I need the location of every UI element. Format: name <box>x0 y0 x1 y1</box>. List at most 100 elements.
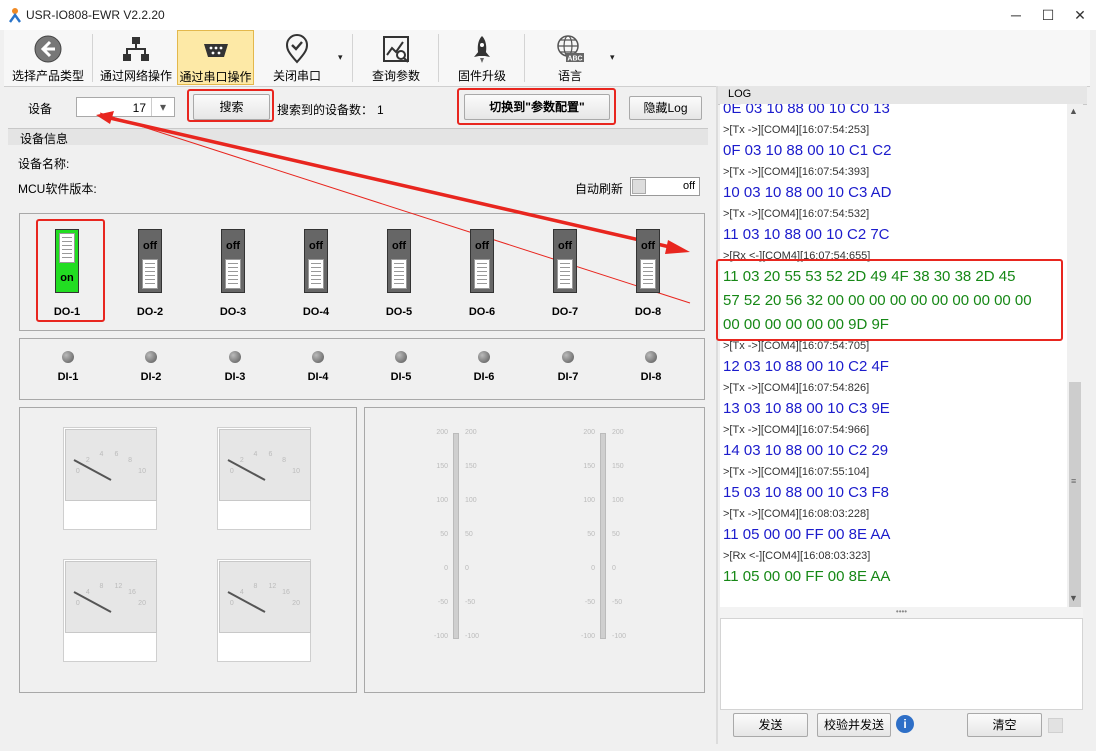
di-led-icon <box>312 351 324 363</box>
do-switch-5[interactable]: off <box>387 229 411 293</box>
do-switch-1[interactable]: on <box>55 229 79 293</box>
switch-slider <box>640 259 656 289</box>
do-panel <box>19 213 705 331</box>
hide-log-button[interactable]: 隐藏Log <box>629 96 702 120</box>
close-serial-dropdown[interactable]: ▾ <box>338 52 343 63</box>
log-data-line: 10 03 10 88 00 10 C3 AD <box>723 184 892 201</box>
close-serial-button[interactable]: 关闭串口 <box>256 30 338 85</box>
gauge-face: 0 4 8 12 16 20 <box>219 561 311 633</box>
slider-tick-label: -100 <box>465 633 480 640</box>
slider-tick-label: 100 <box>465 497 477 504</box>
log-data-line: 15 03 10 88 00 10 C3 F8 <box>723 484 889 501</box>
di-led-icon <box>562 351 574 363</box>
di-label: DI-1 <box>57 371 79 383</box>
annotation-box <box>457 88 616 125</box>
maximize-button[interactable]: ☐ <box>1032 0 1064 30</box>
switch-slider <box>59 233 75 263</box>
info-icon[interactable]: i <box>896 715 914 733</box>
switch-state: off <box>391 240 407 252</box>
vertical-slider[interactable] <box>600 433 606 639</box>
slider-tick-label: 50 <box>465 531 473 538</box>
send-button[interactable]: 发送 <box>733 713 808 737</box>
log-data-line: 0E 03 10 88 00 10 C0 13 <box>723 104 890 117</box>
select-product-type-button[interactable]: 选择产品类型 <box>6 30 90 85</box>
slider-tick-label: 200 <box>612 429 624 436</box>
log-timestamp-line: >[Rx <-][COM4][16:08:03:323] <box>723 550 871 562</box>
do-label: DO-4 <box>302 306 330 318</box>
do-label: DO-6 <box>468 306 496 318</box>
slider-tick-label: 150 <box>612 463 624 470</box>
annotation-box <box>716 259 1063 341</box>
di-led-icon <box>62 351 74 363</box>
slider-tick-label: 100 <box>436 497 448 504</box>
log-scrollbar[interactable]: ▲ ≡ ▼ <box>1067 104 1083 690</box>
di-label: DI-4 <box>307 371 329 383</box>
close-button[interactable]: ✕ <box>1064 0 1096 30</box>
mcu-version-label: MCU软件版本: <box>18 182 97 196</box>
switch-slider <box>557 259 573 289</box>
analog-gauge: 0 2 4 6 8 10 <box>217 427 311 530</box>
scroll-down-icon[interactable]: ▼ <box>1069 593 1078 603</box>
log-data-line: 12 03 10 88 00 10 C2 4F <box>723 358 889 375</box>
send-input[interactable] <box>720 618 1083 710</box>
log-splitter[interactable]: •••• <box>720 607 1083 618</box>
device-info-header: 设备信息 <box>8 129 708 146</box>
query-params-label: 查询参数 <box>371 69 420 83</box>
location-check-icon <box>285 34 309 64</box>
language-dropdown[interactable]: ▾ <box>610 52 615 63</box>
di-label: DI-8 <box>640 371 662 383</box>
di-led-icon <box>395 351 407 363</box>
do-switch-4[interactable]: off <box>304 229 328 293</box>
auto-refresh-toggle[interactable]: off <box>630 177 700 196</box>
network-operation-button[interactable]: 通过网络操作 <box>95 30 177 85</box>
device-label: 设备 <box>28 102 53 116</box>
switch-state: off <box>557 240 573 252</box>
toggle-knob <box>632 179 646 194</box>
di-led-icon <box>145 351 157 363</box>
rocket-icon <box>474 36 490 63</box>
log-timestamp-line: >[Tx ->][COM4][16:07:54:966] <box>723 424 870 436</box>
serial-operation-tab[interactable]: 通过串口操作 <box>177 30 254 85</box>
found-devices-text: 搜索到的设备数： <box>277 103 374 117</box>
query-params-button[interactable]: 查询参数 <box>356 30 436 85</box>
do-switch-3[interactable]: off <box>221 229 245 293</box>
do-label: DO-5 <box>385 306 413 318</box>
device-select[interactable]: 17 ▾ <box>76 97 175 117</box>
do-label: DO-2 <box>136 306 164 318</box>
minimize-button[interactable]: ─ <box>1000 0 1032 30</box>
di-label: DI-7 <box>557 371 579 383</box>
do-switch-2[interactable]: off <box>138 229 162 293</box>
slider-tick-label: -100 <box>612 633 627 640</box>
log-data-line: 11 05 00 00 FF 00 8E AA <box>723 568 891 585</box>
log-list: 0E 03 10 88 00 10 C0 13 >[Tx ->][COM4][16… <box>720 104 1067 589</box>
device-name-label: 设备名称: <box>18 157 70 171</box>
switch-state: off <box>225 240 241 252</box>
do-switch-8[interactable]: off <box>636 229 660 293</box>
slider-tick-label: -50 <box>612 599 623 606</box>
scroll-up-icon[interactable]: ▲ <box>1069 106 1078 116</box>
di-led-icon <box>478 351 490 363</box>
close-serial-label: 关闭串口 <box>272 69 321 83</box>
do-switch-7[interactable]: off <box>553 229 577 293</box>
checkbox[interactable] <box>1048 718 1063 733</box>
pane-splitter[interactable] <box>716 86 718 744</box>
di-label: DI-3 <box>224 371 246 383</box>
checksum-send-button[interactable]: 校验并发送 <box>817 713 891 737</box>
found-devices-count: 1 <box>377 103 384 117</box>
chevron-down-icon[interactable]: ▾ <box>151 98 174 116</box>
vertical-slider[interactable] <box>453 433 459 639</box>
window-controls: ─ ☐ ✕ <box>1000 0 1096 30</box>
log-timestamp-line: >[Tx ->][COM4][16:07:54:253] <box>723 124 870 136</box>
annotation-box <box>187 89 274 122</box>
language-label: 语言 <box>557 69 582 83</box>
log-output[interactable]: 0E 03 10 88 00 10 C0 13 >[Tx ->][COM4][16… <box>720 104 1067 607</box>
gauge-face: 0 2 4 6 8 10 <box>219 429 311 501</box>
language-button[interactable]: ABC 语言 <box>530 30 610 85</box>
clear-button[interactable]: 清空 <box>967 713 1042 737</box>
network-icon <box>123 37 149 61</box>
slider-tick-label: 200 <box>436 429 448 436</box>
do-switch-6[interactable]: off <box>470 229 494 293</box>
slider-tick-label: 0 <box>591 565 595 572</box>
app-logo-icon <box>9 8 21 23</box>
firmware-upgrade-button[interactable]: 固件升级 <box>442 30 522 85</box>
